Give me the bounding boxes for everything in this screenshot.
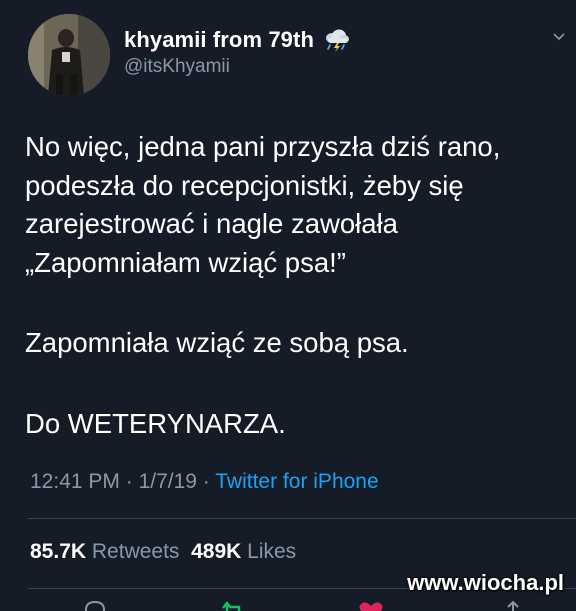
share-icon[interactable] [500,600,526,611]
tweet-card: khyamii from 79th @itsKhyamii No więc, j… [0,0,576,611]
paragraph-break [25,282,565,324]
watermark: www.wiocha.pl [407,570,564,595]
retweet-icon[interactable] [220,600,246,611]
reply-icon[interactable] [82,600,108,611]
avatar[interactable] [28,14,110,96]
likes-label: Likes [247,540,297,563]
tweet-text: No więc, jedna pani przyszła dziś rano, … [25,128,565,443]
display-name-row: khyamii from 79th [124,26,350,54]
tweet-text-line: zarejestrować i nagle zawołała [25,208,398,239]
retweets-count: 85.7K [30,540,87,563]
avatar-photo-icon [28,14,110,96]
heart-icon[interactable] [358,600,384,611]
tweet-text-line: No więc, jedna pani przyszła dziś rano, [25,131,501,162]
tweet-date: 1/7/19 [138,470,197,493]
paragraph-break [25,363,565,405]
tweet-text-line: Do WETERYNARZA. [25,407,286,439]
meta-separator: · [196,470,216,493]
likes-count: 489K [191,540,242,563]
meta-separator: · [119,470,139,493]
tweet-metadata: 12:41 PM · 1/7/19 · Twitter for iPhone [30,470,379,494]
thunder-cloud-icon [322,27,350,53]
user-handle[interactable]: @itsKhyamii [124,56,350,78]
action-bar [0,600,576,611]
display-name[interactable]: khyamii from 79th [124,27,314,53]
tweet-stats: 85.7K Retweets 489K Likes [30,540,296,564]
retweets-label: Retweets [91,540,180,563]
tweet-time: 12:41 PM [30,470,120,493]
user-info: khyamii from 79th @itsKhyamii [124,26,350,78]
divider [28,518,576,519]
tweet-text-line: Zapomniała wziąć ze sobą psa. [25,327,409,358]
tweet-text-line: podeszła do recepcjonistki, żeby się [25,169,464,201]
likes-stat[interactable]: 489K Likes [191,540,296,563]
retweets-stat[interactable]: 85.7K Retweets [30,540,179,563]
tweet-source-link[interactable]: Twitter for iPhone [215,470,378,493]
tweet-text-line: „Zapomniałam wziąć psa!” [25,246,346,278]
chevron-down-icon[interactable] [552,30,566,44]
